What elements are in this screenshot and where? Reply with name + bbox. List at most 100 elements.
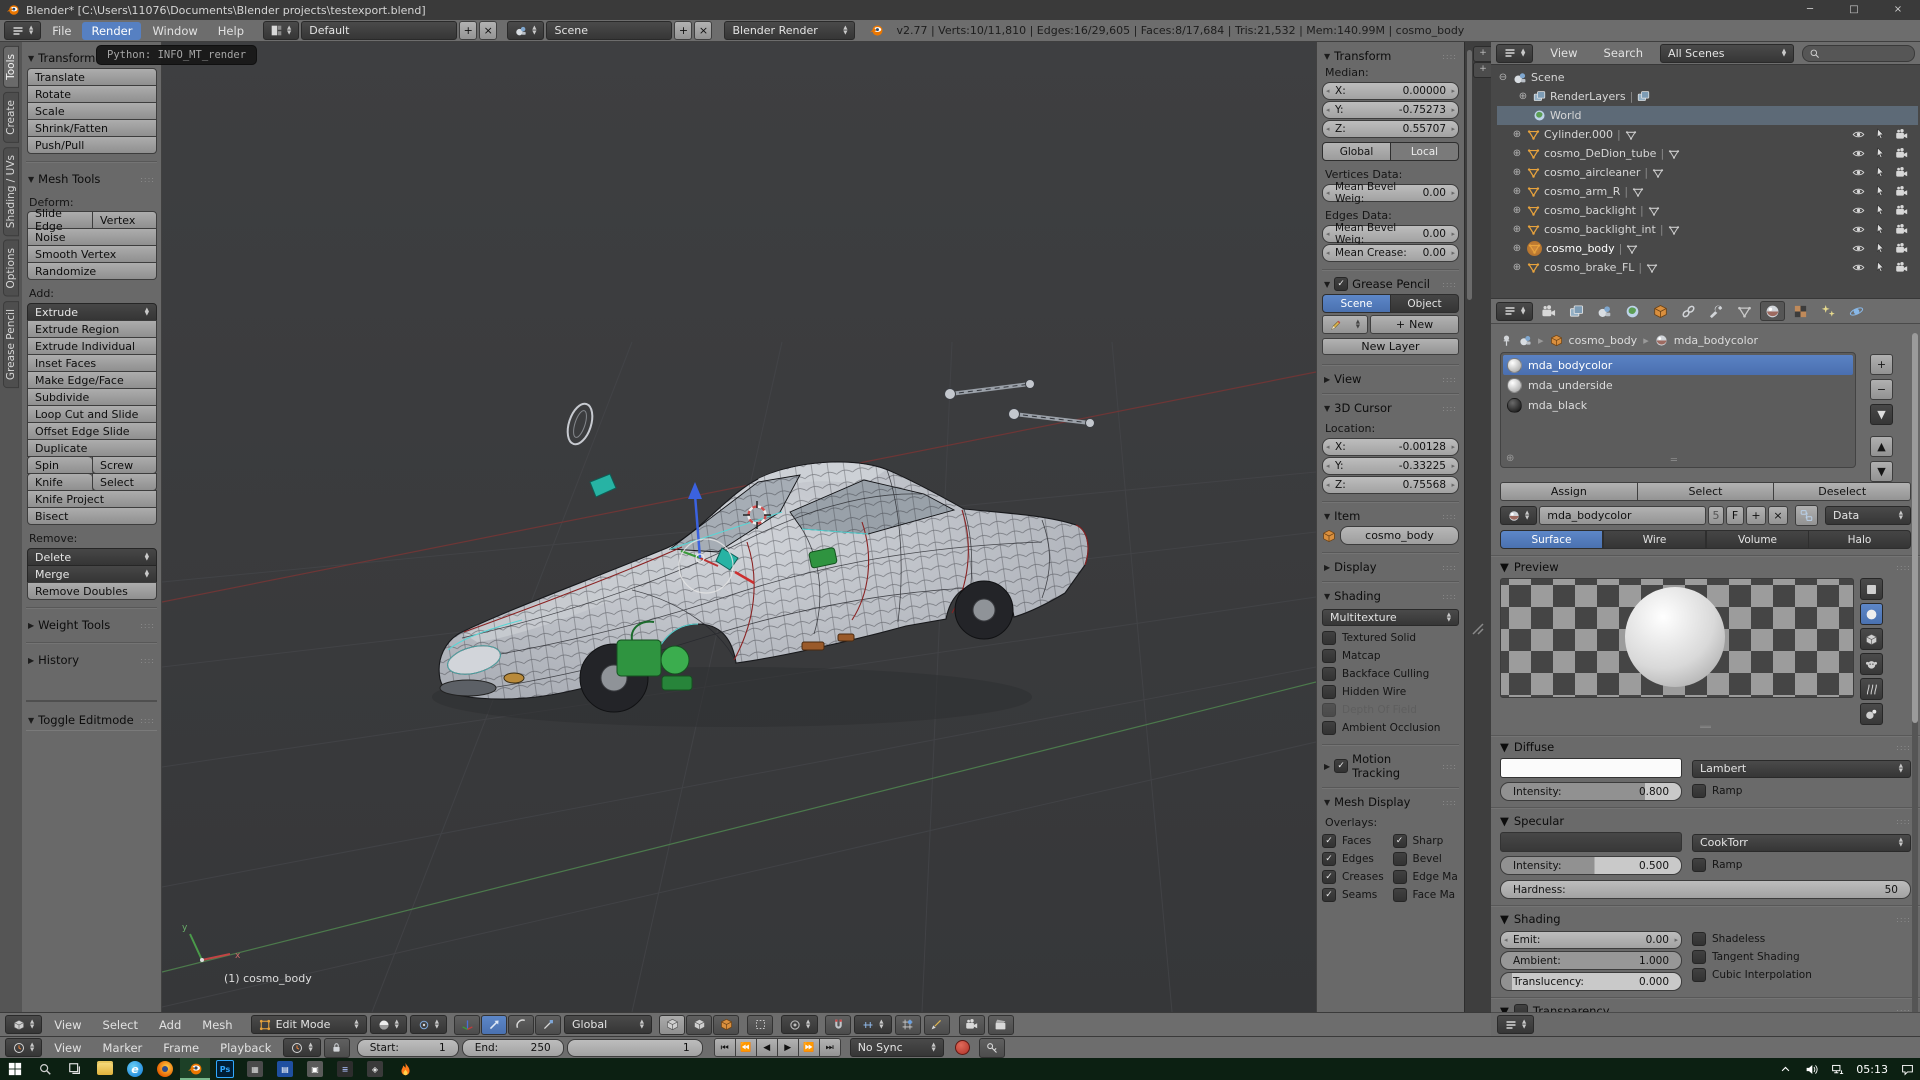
v3d-menu-mesh[interactable]: Mesh — [193, 1016, 241, 1034]
next-keyframe-button[interactable]: ⏩ — [798, 1038, 820, 1057]
slot-remove-button[interactable]: − — [1870, 379, 1893, 400]
preview-sphere-button[interactable] — [1860, 603, 1883, 625]
cursor-x-field[interactable]: X:-0.00128 — [1322, 438, 1459, 456]
v3d-menu-select[interactable]: Select — [94, 1016, 147, 1034]
edge-marks-checkbox[interactable]: Edge Ma — [1393, 868, 1460, 886]
cursor-select-icon[interactable] — [1874, 185, 1886, 197]
noise-button[interactable]: Noise — [27, 228, 157, 246]
tab-object-data[interactable] — [1732, 301, 1757, 321]
material-unlink-button[interactable]: × — [1768, 506, 1788, 525]
flame-app-icon[interactable] — [390, 1058, 420, 1080]
start-button[interactable] — [0, 1058, 30, 1080]
tab-physics[interactable] — [1844, 301, 1869, 321]
gp-object-toggle[interactable]: Object — [1391, 294, 1459, 313]
matcap-checkbox[interactable]: Matcap — [1322, 647, 1459, 665]
cursor-select-icon[interactable] — [1874, 128, 1886, 140]
scene-delete-button[interactable]: × — [694, 21, 712, 40]
gp-new-layer-button[interactable]: New Layer — [1322, 338, 1459, 355]
panel-history[interactable]: ▶History:::: — [28, 653, 155, 667]
opengl-render-image-button[interactable] — [959, 1015, 985, 1035]
panel-specular[interactable]: ▼Specular:::: — [1500, 814, 1911, 828]
list-resize-grip[interactable]: ═ — [1671, 455, 1677, 466]
outliner-row-object[interactable]: ⊕ Cylinder.000| — [1497, 125, 1918, 144]
slot-move-down-button[interactable]: ▼ — [1870, 461, 1893, 482]
cursor-select-icon[interactable] — [1874, 204, 1886, 216]
translucency-slider[interactable]: Translucency:0.000 — [1500, 972, 1682, 991]
eye-icon[interactable] — [1852, 185, 1865, 198]
global-toggle[interactable]: Global — [1322, 142, 1391, 161]
select-button[interactable]: Select — [1637, 482, 1775, 501]
tab-particles[interactable] — [1816, 301, 1841, 321]
panel-diffuse[interactable]: ▼Diffuse:::: — [1500, 740, 1911, 754]
photoshop-icon[interactable]: Ps — [210, 1058, 240, 1080]
play-reverse-button[interactable]: ◀ — [756, 1038, 778, 1057]
tab-modifiers[interactable] — [1704, 301, 1729, 321]
editor-type-button[interactable] — [4, 21, 41, 40]
mode-selector[interactable]: Edit Mode — [251, 1015, 367, 1034]
v3d-menu-add[interactable]: Add — [150, 1016, 190, 1034]
outliner-row-renderlayers[interactable]: ⊕ RenderLayers| — [1497, 87, 1918, 106]
offset-edge-slide-button[interactable]: Offset Edge Slide — [27, 422, 157, 440]
face-select-mode-button[interactable] — [713, 1015, 739, 1035]
outliner-row-scene[interactable]: ⊖ Scene — [1497, 68, 1918, 87]
delete-menu[interactable]: Delete — [27, 548, 157, 566]
edge-bevel-weight-field[interactable]: Mean Bevel Weig:0.00 — [1322, 225, 1459, 243]
textured-solid-checkbox[interactable]: Textured Solid — [1322, 629, 1459, 647]
tray-network-icon[interactable] — [1824, 1058, 1850, 1080]
hardness-field[interactable]: Hardness:50 — [1500, 880, 1911, 899]
knife-button[interactable]: Knife — [27, 473, 92, 491]
data-source-selector[interactable]: Data — [1825, 506, 1911, 525]
sync-mode-selector[interactable]: No Sync — [850, 1038, 944, 1057]
tab-render-layers[interactable] — [1564, 301, 1589, 321]
tab-tools[interactable]: Tools — [3, 46, 19, 88]
panel-shading[interactable]: ▼Shading:::: — [1324, 589, 1457, 603]
material-users-count[interactable]: 5 — [1708, 506, 1724, 525]
surface-tab[interactable]: Surface — [1500, 530, 1603, 549]
outliner-row-object[interactable]: ⊕ cosmo_aircleaner| — [1497, 163, 1918, 182]
outliner-row-world[interactable]: World — [1497, 106, 1918, 125]
render-restrict-icon[interactable] — [1895, 204, 1908, 217]
spin-button[interactable]: Spin — [27, 456, 92, 474]
vertex-bevel-weight-field[interactable]: Mean Bevel Weig:0.00 — [1322, 184, 1459, 202]
extrude-region-button[interactable]: Extrude Region — [27, 320, 157, 338]
tab-shading-uvs[interactable]: Shading / UVs — [3, 147, 19, 236]
specular-shader-selector[interactable]: CookTorr — [1692, 834, 1911, 852]
eye-icon[interactable] — [1852, 128, 1865, 141]
timeline-menu-marker[interactable]: Marker — [94, 1039, 152, 1057]
tab-object[interactable] — [1648, 301, 1673, 321]
knife-project-button[interactable]: Knife Project — [27, 490, 157, 508]
bevel-checkbox[interactable]: Bevel — [1393, 850, 1460, 868]
halo-tab[interactable]: Halo — [1809, 530, 1911, 549]
preview-hair-button[interactable] — [1860, 678, 1883, 700]
tab-options[interactable]: Options — [3, 240, 19, 297]
timeline-menu-playback[interactable]: Playback — [211, 1039, 280, 1057]
hidden-wire-checkbox[interactable]: Hidden Wire — [1322, 683, 1459, 701]
menu-help[interactable]: Help — [209, 22, 253, 40]
scene-selector[interactable]: Scene — [546, 21, 672, 40]
notification-center-icon[interactable] — [1894, 1058, 1920, 1080]
snap-target-button[interactable] — [924, 1015, 950, 1035]
assign-button[interactable]: Assign — [1500, 482, 1638, 501]
cursor-y-field[interactable]: Y:-0.33225 — [1322, 457, 1459, 475]
specular-ramp-checkbox[interactable]: Ramp — [1692, 856, 1911, 874]
snap-toggle-button[interactable] — [825, 1015, 851, 1035]
scale-button[interactable]: Scale — [27, 102, 157, 120]
timeline-menu-view[interactable]: View — [45, 1039, 90, 1057]
properties-scrollbar[interactable] — [1912, 333, 1918, 1023]
keying-set-button[interactable] — [979, 1038, 1005, 1058]
knife-select-button[interactable]: Select — [92, 473, 157, 491]
menu-file[interactable]: File — [43, 22, 80, 40]
specular-intensity-slider[interactable]: Intensity:0.500 — [1500, 856, 1682, 875]
panel-shading[interactable]: ▼Shading:::: — [1500, 912, 1911, 926]
edge-icon[interactable]: e — [120, 1058, 150, 1080]
region-plus-icon[interactable]: + — [1473, 46, 1493, 62]
eye-icon[interactable] — [1852, 223, 1865, 236]
gp-new-button[interactable]: +New — [1370, 315, 1459, 334]
slot-add-mini-icon[interactable]: ⊕ — [1506, 453, 1514, 464]
tab-render[interactable] — [1536, 301, 1561, 321]
jump-to-end-button[interactable]: ⏭ — [819, 1038, 841, 1057]
timeline-clock-button[interactable] — [283, 1038, 320, 1057]
median-y-field[interactable]: Y:-0.75273 — [1322, 101, 1459, 119]
firefox-icon[interactable] — [150, 1058, 180, 1080]
calculator-icon[interactable]: ≡ — [330, 1058, 360, 1080]
